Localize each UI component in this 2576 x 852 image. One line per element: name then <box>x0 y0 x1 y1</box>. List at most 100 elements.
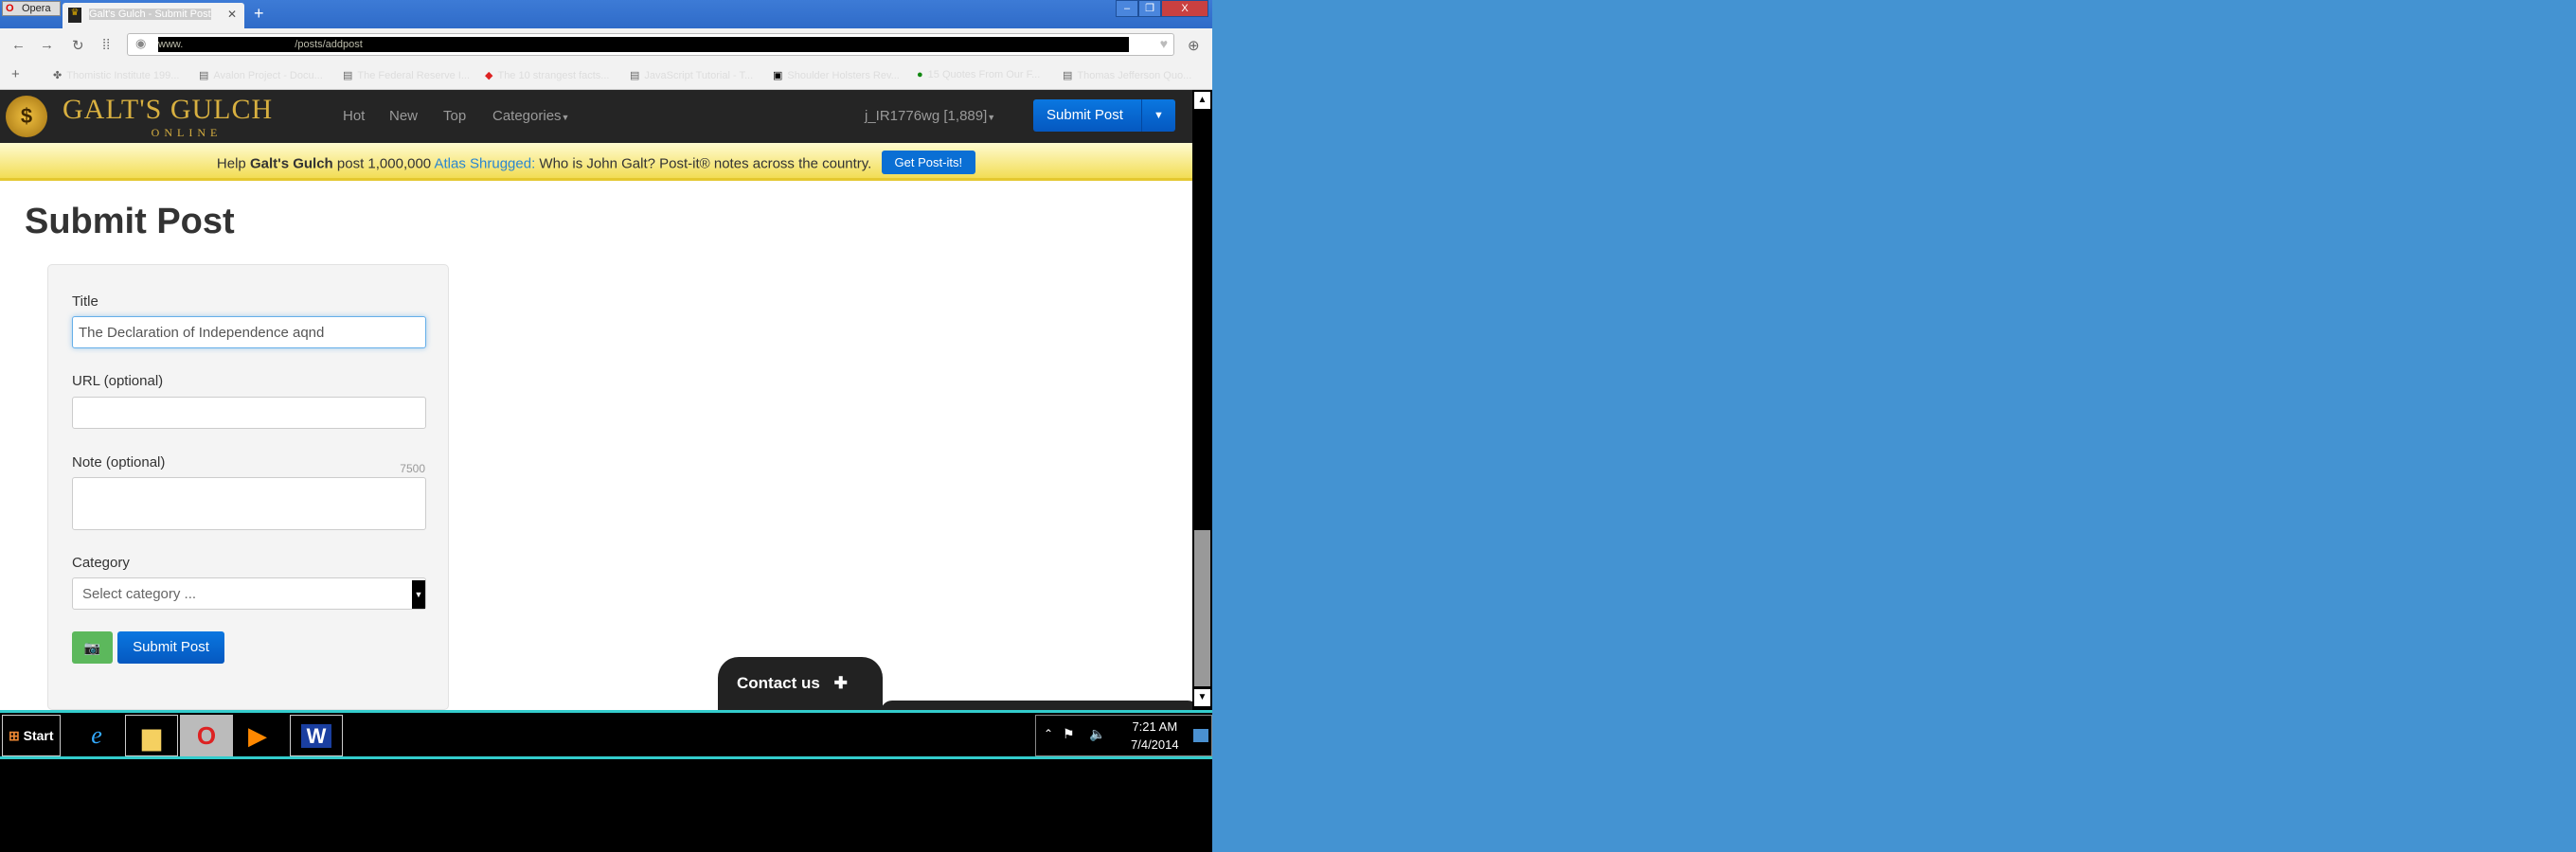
get-post-its-button[interactable]: Get Post-its! <box>881 151 976 174</box>
bookmark-label: Shoulder Holsters Rev... <box>787 70 900 81</box>
opera-logo-icon: O <box>6 3 14 14</box>
page-title: Submit Post <box>25 202 235 241</box>
user-name: j_IR1776wg [1,889] <box>865 108 988 124</box>
tab-title: Galt's Gulch - Submit Post <box>89 9 211 20</box>
title-input[interactable]: The Declaration of Independence aqnd <box>72 316 426 348</box>
scroll-down-icon[interactable]: ▼ <box>1194 689 1210 706</box>
bookmark[interactable]: ▤ The Federal Reserve I... <box>343 69 470 81</box>
speed-dial-icon[interactable]: ⁞⁞ <box>102 37 110 53</box>
close-tab-icon[interactable]: ✕ <box>227 8 237 21</box>
dropdown-caret-icon[interactable]: ▼ <box>1141 99 1175 132</box>
bookmark[interactable]: ▤ Avalon Project - Docu... <box>199 69 323 81</box>
category-placeholder: Select category ... <box>82 586 197 602</box>
url-input[interactable]: ◉ www. /posts/addpost ♥ <box>127 33 1174 56</box>
browser-tab[interactable]: ♛ Galt's Gulch - Submit Post ✕ <box>63 3 244 28</box>
scroll-up-icon[interactable]: ▲ <box>1194 92 1210 109</box>
forward-icon[interactable]: → <box>40 37 54 53</box>
note-textarea[interactable] <box>72 477 426 530</box>
banner-text: Help <box>216 155 246 172</box>
bookmark-label: Thomistic Institute 199... <box>66 70 180 81</box>
logo-coin-icon[interactable]: $ <box>6 96 47 137</box>
system-tray: ⌃ ⚑ 🔈 7:21 AM 7/4/2014 <box>1035 715 1212 756</box>
heart-icon[interactable]: ♥ <box>1160 36 1168 51</box>
add-bookmark-icon[interactable]: + <box>11 66 20 82</box>
opera-taskbar-icon[interactable]: O <box>180 715 233 756</box>
volume-icon[interactable]: 🔈 <box>1089 726 1105 742</box>
windows-logo-icon: ⊞ <box>9 728 20 743</box>
contact-us-tab[interactable]: Contact us ✚ <box>718 657 883 710</box>
url-text: www. /posts/addpost <box>158 37 1129 52</box>
bookmark[interactable]: ▤ JavaScript Tutorial - T... <box>630 69 753 81</box>
categories-label: Categories <box>492 108 562 124</box>
start-button[interactable]: ⊞ Start <box>2 715 61 756</box>
contact-us-label: Contact us <box>737 674 820 692</box>
bookmark[interactable]: ● 15 Quotes From Our F... <box>917 69 1040 80</box>
submit-post-button[interactable]: Submit Post <box>117 631 224 664</box>
clock[interactable]: 7:21 AM 7/4/2014 <box>1131 718 1179 754</box>
browser-titlebar: O Opera ♛ Galt's Gulch - Submit Post ✕ + – … <box>0 0 1212 28</box>
contact-bar <box>881 701 1199 710</box>
media-player-icon[interactable]: ▶ <box>231 715 284 756</box>
nav-new[interactable]: New <box>389 108 418 124</box>
url-label: URL (optional) <box>72 373 164 389</box>
bookmark[interactable]: ▣ Shoulder Holsters Rev... <box>773 69 900 81</box>
camera-icon: 📷 <box>83 640 101 655</box>
nav-hot[interactable]: Hot <box>343 108 365 124</box>
new-tab-button[interactable]: + <box>254 4 264 24</box>
show-desktop-icon[interactable] <box>1193 729 1208 742</box>
minimize-button[interactable]: – <box>1116 0 1138 17</box>
reload-icon[interactable]: ↻ <box>72 37 84 54</box>
bookmark[interactable]: ✤ Thomistic Institute 199... <box>53 69 179 81</box>
logo-subtitle: ONLINE <box>151 126 223 139</box>
opera-label: Opera <box>22 3 51 14</box>
atlas-shrugged-link[interactable]: Atlas Shrugged: <box>435 155 536 171</box>
bookmark-label: 15 Quotes From Our F... <box>927 69 1041 80</box>
nav-top[interactable]: Top <box>443 108 466 124</box>
note-char-counter: 7500 <box>400 462 425 475</box>
bookmark-label: Avalon Project - Docu... <box>213 70 323 81</box>
back-icon[interactable]: ← <box>11 37 26 53</box>
chevron-down-icon: ▼ <box>412 580 425 609</box>
user-menu[interactable]: j_IR1776wg [1,889]▼ <box>865 108 995 124</box>
address-bar-row: ← → ↻ ⁞⁞ ◉ www. /posts/addpost ♥ ⊕ <box>0 28 1212 62</box>
file-explorer-icon[interactable]: ▆ <box>125 715 178 756</box>
close-window-button[interactable]: X <box>1161 0 1208 17</box>
restore-button[interactable]: ❐ <box>1138 0 1161 17</box>
favicon-icon: ♛ <box>68 8 81 23</box>
submit-post-header-button[interactable]: Submit Post ▼ <box>1033 99 1175 132</box>
submit-form-panel: Title The Declaration of Independence aq… <box>47 264 449 710</box>
site-info-icon[interactable]: ◉ <box>135 36 146 51</box>
category-select[interactable]: Select category ... ▼ <box>72 577 426 610</box>
caret-down-icon: ▼ <box>987 113 996 122</box>
caret-down-icon: ▼ <box>561 113 570 122</box>
word-icon[interactable]: W <box>290 715 343 756</box>
camera-upload-button[interactable]: 📷 <box>72 631 113 664</box>
banner-brand: Galt's Gulch <box>249 155 333 172</box>
bookmark-label: JavaScript Tutorial - T... <box>644 70 754 81</box>
download-icon[interactable]: ⊕ <box>1188 37 1200 54</box>
nav-categories[interactable]: Categories▼ <box>492 108 569 124</box>
url-prefix: www. <box>158 39 184 50</box>
windows-taskbar: ⊞ Start e ▆ O ▶ W ⌃ ⚑ 🔈 7:21 AM 7/4/2014 <box>0 710 1212 759</box>
action-center-flag-icon[interactable]: ⚑ <box>1063 726 1075 742</box>
scroll-thumb[interactable] <box>1194 530 1210 686</box>
date: 7/4/2014 <box>1131 737 1179 752</box>
note-label: Note (optional) <box>72 454 166 470</box>
banner-text: Who is John Galt? Post-it® notes across … <box>539 155 872 172</box>
bookmark[interactable]: ◆ The 10 strangest facts... <box>485 69 609 81</box>
internet-explorer-icon[interactable]: e <box>70 715 123 756</box>
show-hidden-icons[interactable]: ⌃ <box>1044 727 1053 740</box>
site-header: $ GALT'S GULCH ONLINE Hot New Top Catego… <box>0 90 1192 143</box>
plus-icon: ✚ <box>833 674 848 692</box>
bookmark[interactable]: ▤ Thomas Jefferson Quo... <box>1063 69 1191 81</box>
url-input-field[interactable] <box>72 397 426 429</box>
bookmark-label: Thomas Jefferson Quo... <box>1077 70 1192 81</box>
submit-post-label: Submit Post <box>1046 107 1123 123</box>
page-scrollbar[interactable]: ▲ ▼ <box>1192 90 1212 710</box>
opera-menu-button[interactable]: O Opera <box>2 1 61 16</box>
logo-title[interactable]: GALT'S GULCH <box>63 94 273 126</box>
start-label: Start <box>23 728 54 743</box>
bookmarks-bar: + ✤ Thomistic Institute 199... ▤ Avalon Pr… <box>0 62 1212 90</box>
url-path: /posts/addpost <box>295 39 363 50</box>
bookmark-label: The 10 strangest facts... <box>497 70 610 81</box>
